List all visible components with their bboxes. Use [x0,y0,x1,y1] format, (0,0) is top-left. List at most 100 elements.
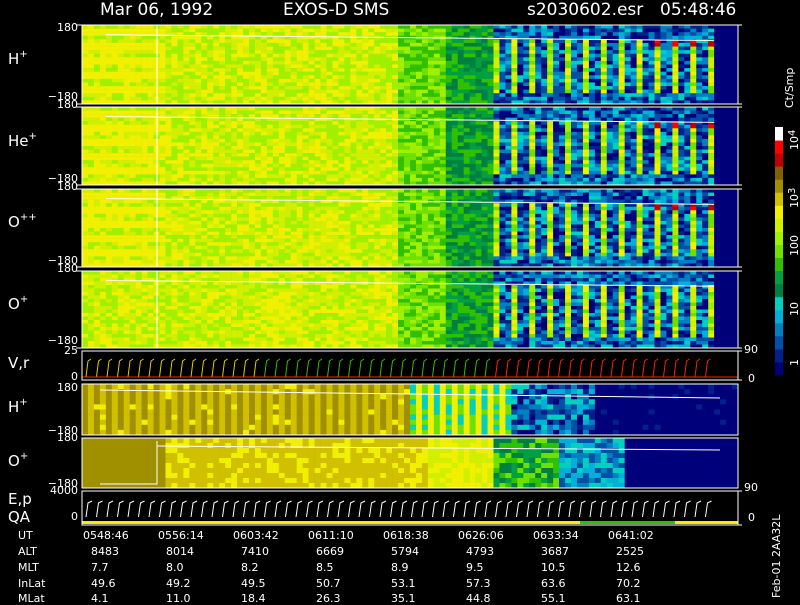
heatmap-cell [488,39,494,43]
heatmap-cell [547,167,553,171]
heatmap-cell [428,93,434,97]
heatmap-cell [327,75,333,79]
heatmap-cell [499,171,505,175]
heatmap-cell [583,90,589,94]
heatmap-cell [702,167,708,171]
heatmap-cell [625,146,631,150]
heatmap-cell [386,43,392,47]
heatmap-cell [643,157,649,161]
heatmap-cell [637,132,643,136]
heatmap-cell [488,174,494,178]
heatmap-cell [452,153,458,157]
heatmap-cell [255,111,261,115]
heatmap-cell [142,164,148,168]
heatmap-cell [428,174,434,178]
heatmap-cell [201,79,207,83]
heatmap-cell [684,29,690,33]
heatmap-cell [601,178,607,182]
heatmap-cell [464,50,470,54]
heatmap-cell [476,50,482,54]
heatmap-cell [177,132,183,136]
heatmap-cell [684,178,690,182]
heatmap-cell [88,210,94,214]
heatmap-cell [601,150,607,154]
heatmap-cell [136,36,142,40]
heatmap-cell [428,61,434,65]
heatmap-cell [655,86,661,90]
heatmap-cell [666,93,672,97]
heatmap-cell [291,174,297,178]
heatmap-cell [523,139,529,143]
heatmap-cell [118,203,124,207]
heatmap-cell [362,139,368,143]
heatmap-cell [231,90,237,94]
heatmap-cell [488,65,494,69]
heatmap-cell [368,25,374,29]
heatmap-cell [231,61,237,65]
heatmap-cell [356,142,362,146]
heatmap-cell [177,93,183,97]
heatmap-cell [82,68,88,72]
heatmap-cell [660,32,666,36]
heatmap-cell [356,25,362,29]
heatmap-cell [589,146,595,150]
heatmap-cell [350,167,356,171]
heatmap-cell [434,178,440,182]
heatmap-cell [124,121,130,125]
heatmap-cell [183,97,189,101]
heatmap-cell [106,214,112,218]
heatmap-cell [183,107,189,111]
heatmap-cell [571,178,577,182]
heatmap-cell [207,111,213,115]
heatmap-cell [416,54,422,58]
heatmap-cell [476,32,482,36]
heatmap-cell [124,150,130,154]
heatmap-cell [714,50,720,54]
heatmap-cell [690,32,696,36]
heatmap-cell [88,72,94,76]
heatmap-cell [297,139,303,143]
heatmap-cell [88,253,94,257]
heatmap-cell [338,29,344,33]
heatmap-cell [684,57,690,61]
heatmap-cell [171,178,177,182]
heatmap-cell [523,97,529,101]
heatmap-cell [303,125,309,129]
heatmap-cell [327,43,333,47]
heatmap-cell [559,43,565,47]
heatmap-cell [136,68,142,72]
heatmap-cell [428,90,434,94]
heatmap-cell [666,139,672,143]
heatmap-cell [171,111,177,115]
heatmap-cell [148,111,154,115]
heatmap-cell [148,65,154,69]
heatmap-cell [482,79,488,83]
heatmap-cell [565,68,571,72]
heatmap-cell [94,164,100,168]
heatmap-cell [338,47,344,51]
heatmap-cell [434,128,440,132]
heatmap-cell [726,43,732,47]
heatmap-cell [720,57,726,61]
heatmap-cell [535,65,541,69]
heatmap-cell [571,125,577,129]
heatmap-cell [464,160,470,164]
heatmap-cell [118,139,124,143]
heatmap-cell [225,86,231,90]
heatmap-cell [476,178,482,182]
heatmap-cell [601,164,607,168]
heatmap-cell [130,79,136,83]
heatmap-cell [315,72,321,76]
heatmap-cell [631,57,637,61]
heatmap-cell [476,121,482,125]
heatmap-cell [660,157,666,161]
heatmap-cell [136,146,142,150]
heatmap-cell [279,65,285,69]
heatmap-cell [452,160,458,164]
heatmap-cell [332,139,338,143]
heatmap-cell [499,72,505,76]
heatmap-cell [297,57,303,61]
heatmap-cell [708,128,714,132]
heatmap-cell [643,171,649,175]
heatmap-cell [511,39,517,43]
